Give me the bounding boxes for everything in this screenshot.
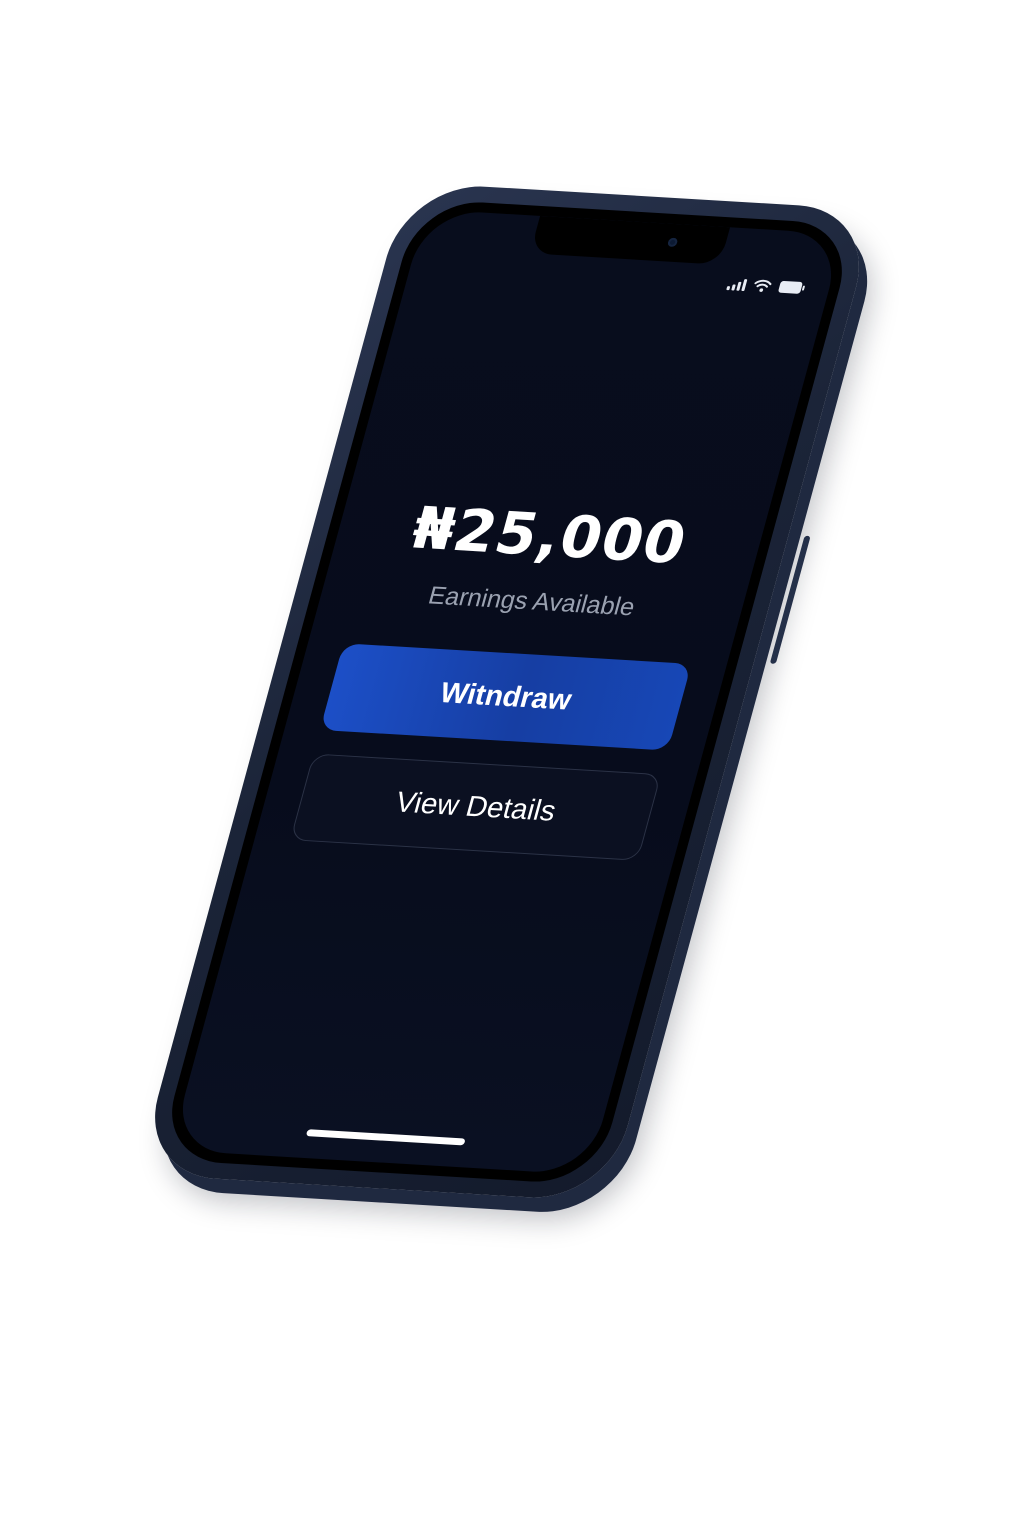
phone-screen: ₦25,000 Earnings Available Witndraw View…: [157, 198, 857, 1186]
phone-device: ₦25,000 Earnings Available Witndraw View…: [136, 182, 878, 1202]
withdraw-button[interactable]: Witndraw: [319, 643, 692, 751]
notch: [529, 215, 731, 265]
home-indicator[interactable]: [305, 1129, 466, 1146]
earnings-panel: ₦25,000 Earnings Available Witndraw View…: [255, 494, 767, 863]
earnings-label: Earnings Available: [425, 581, 639, 622]
battery-icon: [777, 280, 806, 294]
wifi-icon: [752, 279, 772, 293]
earnings-amount: ₦25,000: [404, 494, 695, 578]
stage: ₦25,000 Earnings Available Witndraw View…: [0, 0, 1024, 1536]
status-bar: [726, 277, 806, 294]
camera-icon: [666, 237, 679, 248]
cellular-signal-icon: [726, 278, 748, 291]
view-details-button[interactable]: View Details: [289, 753, 662, 861]
